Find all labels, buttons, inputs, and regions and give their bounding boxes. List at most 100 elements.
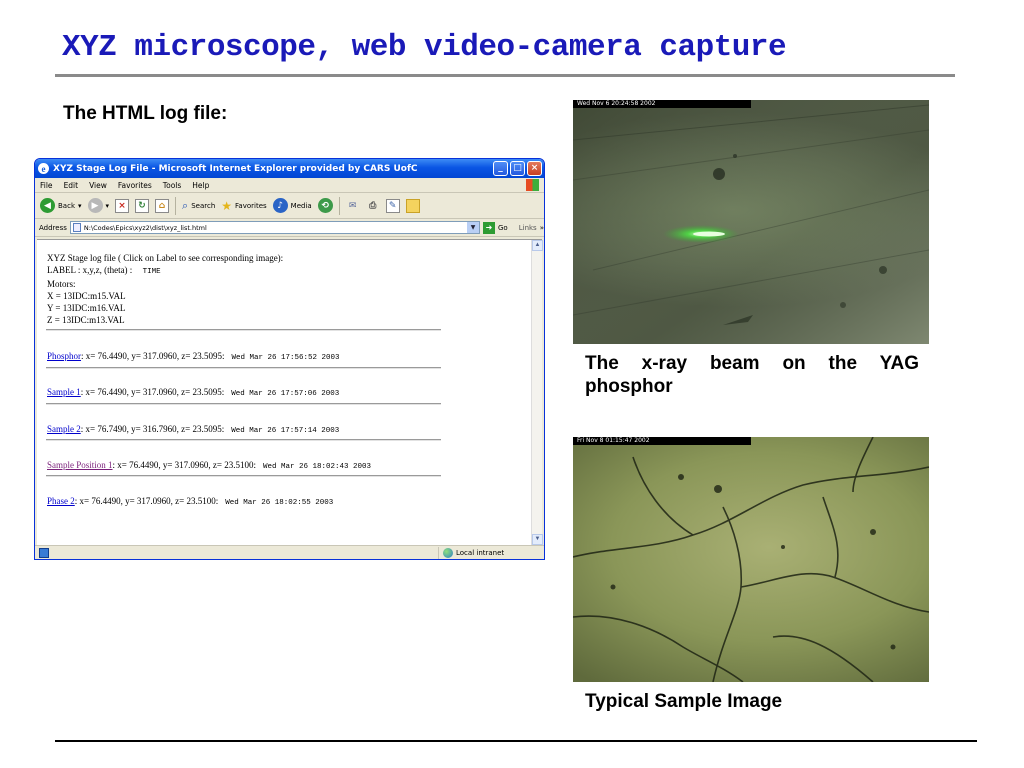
title-divider [55,74,955,77]
entry-link-sample-2[interactable]: Sample 2 [47,424,81,434]
address-label: Address [39,223,67,232]
scroll-down-icon[interactable]: ▼ [532,534,543,545]
intranet-globe-icon [443,548,453,558]
page-status-icon [39,547,49,558]
search-button[interactable]: ⌕ Search [182,199,215,213]
divider [46,439,441,441]
entry-link-phase-2[interactable]: Phase 2 [47,496,75,506]
chevron-down-icon: ▾ [105,201,110,210]
refresh-icon[interactable]: ↻ [135,198,150,213]
page-icon [72,223,81,232]
menu-bar: File Edit View Favorites Tools Help [35,178,544,193]
edit-icon[interactable]: ✎ [385,198,400,213]
star-icon: ★ [221,198,233,213]
zone-label: Local intranet [456,549,505,557]
windows-logo-icon [526,179,539,191]
divider [46,329,441,331]
log-header: XYZ Stage log file ( Click on Label to s… [47,252,283,326]
maximize-button[interactable]: □ [510,161,525,176]
menu-tools[interactable]: Tools [163,181,181,190]
toolbar-separator [338,196,340,215]
search-label: Search [191,201,216,210]
entry-link-sample-position-1[interactable]: Sample Position 1 [47,460,113,470]
browser-window: e XYZ Stage Log File - Microsoft Interne… [34,158,545,560]
entry-time: Wed Mar 26 17:57:06 2003 [231,390,340,398]
log-intro: XYZ Stage log file ( Click on Label to s… [47,253,284,263]
media-label: Media [290,201,312,210]
media-button[interactable]: ♪ Media [272,198,312,213]
go-button[interactable]: ➜ Go [483,221,508,234]
entry-time: Wed Mar 26 17:57:14 2003 [231,427,340,435]
forward-arrow-icon: ▶ [87,198,103,213]
toolbar-separator [175,196,177,215]
back-button[interactable]: ◀ Back ▾ [40,198,82,213]
motor-y: Y = 13IDC:m16.VAL [47,303,126,313]
divider [46,475,441,477]
security-zone: Local intranet [438,547,504,559]
address-input[interactable]: N:\Codes\Epics\xyz2\dist\xyz_list.html ▼ [69,221,480,234]
menu-file[interactable]: File [40,181,53,190]
print-icon[interactable]: ⎙ [366,199,380,213]
menu-help[interactable]: Help [192,181,209,190]
chevron-down-icon[interactable]: ▼ [467,222,479,233]
entry-values: : x= 76.4490, y= 317.0960, z= 23.5100: [112,460,256,470]
window-title: XYZ Stage Log File - Microsoft Internet … [53,163,418,174]
log-entry: Sample Position 1: x= 76.4490, y= 317.09… [47,460,371,471]
go-arrow-icon: ➜ [483,221,495,234]
image-timestamp: Fri Nov 8 01:15:47 2002 [573,437,751,445]
scroll-up-icon[interactable]: ▲ [532,240,543,251]
chevron-down-icon: ▾ [78,201,82,210]
log-entry: Phosphor: x= 76.4490, y= 317.0960, z= 23… [47,351,340,362]
entry-time: Wed Mar 26 17:56:52 2003 [231,354,340,362]
folder-icon[interactable] [405,198,420,213]
links-button[interactable]: Links [519,224,537,232]
log-entry: Phase 2: x= 76.4490, y= 317.0960, z= 23.… [47,496,333,507]
browser-titlebar[interactable]: e XYZ Stage Log File - Microsoft Interne… [35,159,544,178]
forward-button[interactable]: ▶ ▾ [87,198,110,213]
motor-z: Z = 13IDC:m13.VAL [47,315,125,325]
address-value: N:\Codes\Epics\xyz2\dist\xyz_list.html [83,223,207,232]
ie-logo-icon: e [38,163,49,174]
menu-view[interactable]: View [89,181,107,190]
vertical-scrollbar[interactable]: ▲ ▼ [531,240,543,545]
divider [46,403,441,405]
log-entry: Sample 2: x= 76.7490, y= 316.7960, z= 23… [47,424,339,435]
image-timestamp: Wed Nov 6 20:24:58 2002 [573,100,751,108]
favorites-label: Favorites [235,201,267,210]
entry-link-phosphor[interactable]: Phosphor [47,351,81,361]
address-bar: Address N:\Codes\Epics\xyz2\dist\xyz_lis… [35,219,544,237]
entry-time: Wed Mar 26 18:02:55 2003 [225,499,334,507]
home-icon[interactable]: ⌂ [155,198,170,213]
image-caption-sample: Typical Sample Image [585,691,783,712]
entry-values: : x= 76.4490, y= 317.0960, z= 23.5095: [80,387,225,397]
minimize-button[interactable]: _ [493,161,508,176]
browser-toolbar: ◀ Back ▾ ▶ ▾ × ↻ ⌂ ⌕ Search ★ Favorites … [35,193,544,219]
motors-heading: Motors: [47,279,76,289]
bottom-divider [55,740,977,742]
phosphor-scene [573,100,929,344]
label-format: LABEL : x,y,z, (theta) : [47,265,133,275]
divider [46,367,441,369]
motor-x: X = 13IDC:m15.VAL [47,291,126,301]
back-arrow-icon: ◀ [40,198,55,213]
menu-favorites[interactable]: Favorites [118,181,152,190]
chevron-right-icon[interactable]: » [540,224,544,232]
mail-icon[interactable]: ✉ [346,199,360,213]
go-label: Go [498,223,508,232]
media-icon: ♪ [272,198,288,213]
entry-time: Wed Mar 26 18:02:43 2003 [263,463,372,471]
label-time: TIME [142,268,161,276]
log-label-line: LABEL : x,y,z, (theta) : TIME [47,264,283,278]
log-entry: Sample 1: x= 76.4490, y= 317.0960, z= 23… [47,387,339,398]
menu-edit[interactable]: Edit [64,181,79,190]
favorites-button[interactable]: ★ Favorites [221,199,266,213]
back-label: Back [58,201,75,210]
image-caption-phosphor: The x-ray beam on the YAG phosphor [585,353,919,397]
status-bar: Local intranet [35,545,544,559]
close-button[interactable]: × [527,161,542,176]
search-icon: ⌕ [182,198,189,212]
stop-icon[interactable]: × [115,198,130,213]
entry-link-sample-1[interactable]: Sample 1 [47,387,81,397]
entry-values: : x= 76.7490, y= 316.7960, z= 23.5095: [80,424,225,434]
history-icon[interactable]: ⟲ [317,198,333,213]
